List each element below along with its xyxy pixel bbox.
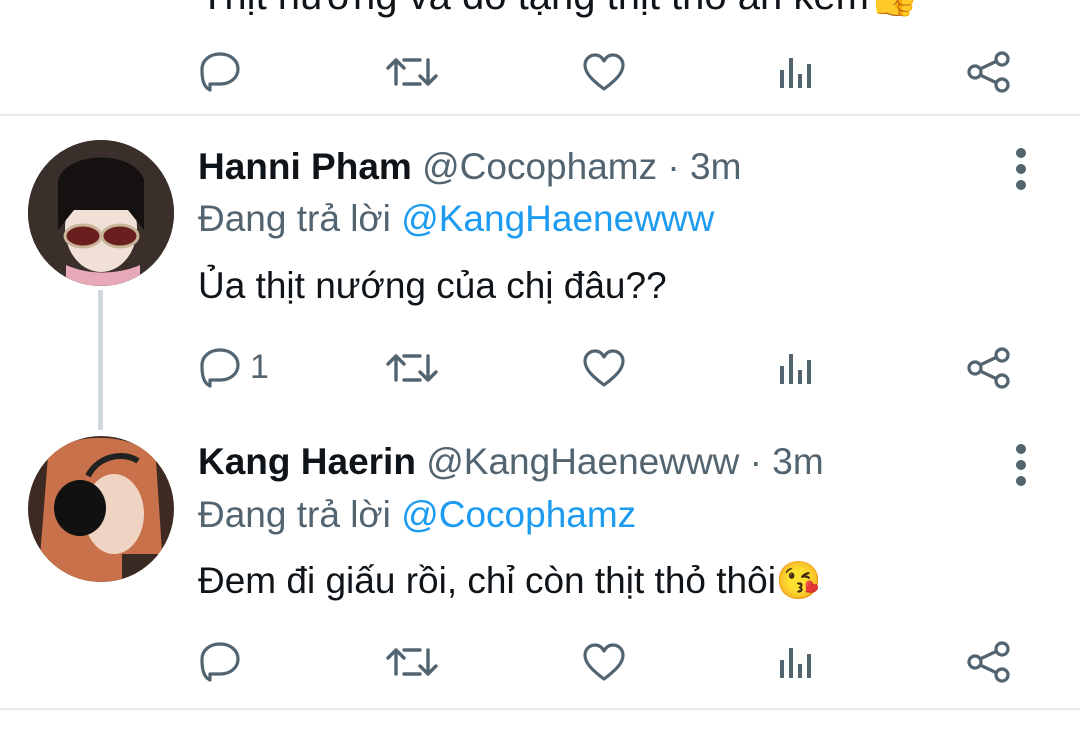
like-icon bbox=[583, 643, 625, 681]
thumbs-up-emoji: 👍 bbox=[869, 0, 919, 18]
top-tweet-actions bbox=[0, 42, 1080, 102]
reply-button[interactable]: 1 bbox=[198, 346, 269, 388]
retweet-button[interactable] bbox=[386, 52, 438, 92]
retweet-icon bbox=[386, 648, 438, 676]
reply-count: 1 bbox=[250, 347, 269, 386]
reply-icon bbox=[200, 642, 240, 682]
like-icon bbox=[583, 53, 625, 91]
like-button[interactable] bbox=[582, 52, 626, 92]
analytics-button[interactable] bbox=[778, 644, 814, 680]
retweet-button[interactable] bbox=[386, 348, 438, 388]
analytics-icon bbox=[780, 648, 811, 678]
tweet-1-actions: 1 bbox=[0, 338, 1080, 398]
reply-icon bbox=[200, 348, 240, 388]
display-name[interactable]: Kang Haerin bbox=[198, 441, 416, 482]
retweet-icon bbox=[386, 58, 438, 86]
share-button[interactable] bbox=[966, 50, 1012, 94]
analytics-icon bbox=[780, 58, 811, 88]
analytics-icon bbox=[780, 354, 811, 384]
tweet-2-body: Đem đi giấu rồi, chỉ còn thịt thỏ thôi😘 bbox=[198, 560, 822, 601]
more-options-button[interactable] bbox=[1011, 148, 1031, 192]
tweet-2-header: Kang Haerin @KangHaenewww · 3m bbox=[198, 441, 824, 483]
more-options-button[interactable] bbox=[1011, 444, 1031, 488]
tweet-1-header: Hanni Pham @Cocophamz · 3m bbox=[198, 146, 741, 188]
sunglasses-graphic bbox=[28, 140, 174, 286]
avatar-kang-haerin[interactable] bbox=[28, 436, 174, 582]
share-icon bbox=[967, 347, 1010, 389]
divider bbox=[0, 114, 1080, 116]
reply-icon bbox=[200, 52, 240, 92]
tweet-1-body: Ủa thịt nướng của chị đâu?? bbox=[198, 265, 667, 306]
retweet-icon bbox=[386, 354, 438, 382]
time-separator: · bbox=[739, 441, 773, 482]
share-button[interactable] bbox=[966, 640, 1012, 684]
replying-to: Đang trả lời @KangHaenewww bbox=[198, 198, 715, 239]
timestamp[interactable]: 3m bbox=[772, 441, 823, 482]
analytics-button[interactable] bbox=[778, 54, 814, 90]
handle[interactable]: @KangHaenewww bbox=[426, 441, 739, 482]
retweet-button[interactable] bbox=[386, 642, 438, 682]
avatar-hanni-pham[interactable] bbox=[28, 140, 174, 286]
divider bbox=[0, 708, 1080, 710]
time-separator: · bbox=[657, 146, 690, 187]
clipped-tweet-text: Thịt nướng và đó tặng thịt thỏ ăn kèm👍 bbox=[200, 0, 919, 19]
tweet-2-actions bbox=[0, 632, 1080, 692]
earmuffs-graphic bbox=[28, 436, 174, 582]
reply-button[interactable] bbox=[198, 640, 242, 682]
display-name[interactable]: Hanni Pham bbox=[198, 146, 412, 187]
replying-to: Đang trả lời @Cocophamz bbox=[198, 494, 637, 535]
mention-link[interactable]: @Cocophamz bbox=[401, 494, 636, 535]
like-button[interactable] bbox=[582, 348, 626, 388]
reply-button[interactable] bbox=[198, 50, 242, 92]
share-button[interactable] bbox=[966, 346, 1012, 390]
analytics-button[interactable] bbox=[778, 350, 814, 386]
share-icon bbox=[967, 641, 1010, 683]
timestamp[interactable]: 3m bbox=[690, 146, 741, 187]
like-button[interactable] bbox=[582, 642, 626, 682]
share-icon bbox=[967, 51, 1010, 93]
mention-link[interactable]: @KangHaenewww bbox=[401, 198, 714, 239]
like-icon bbox=[583, 349, 625, 387]
handle[interactable]: @Cocophamz bbox=[422, 146, 657, 187]
kiss-emoji: 😘 bbox=[775, 560, 822, 601]
